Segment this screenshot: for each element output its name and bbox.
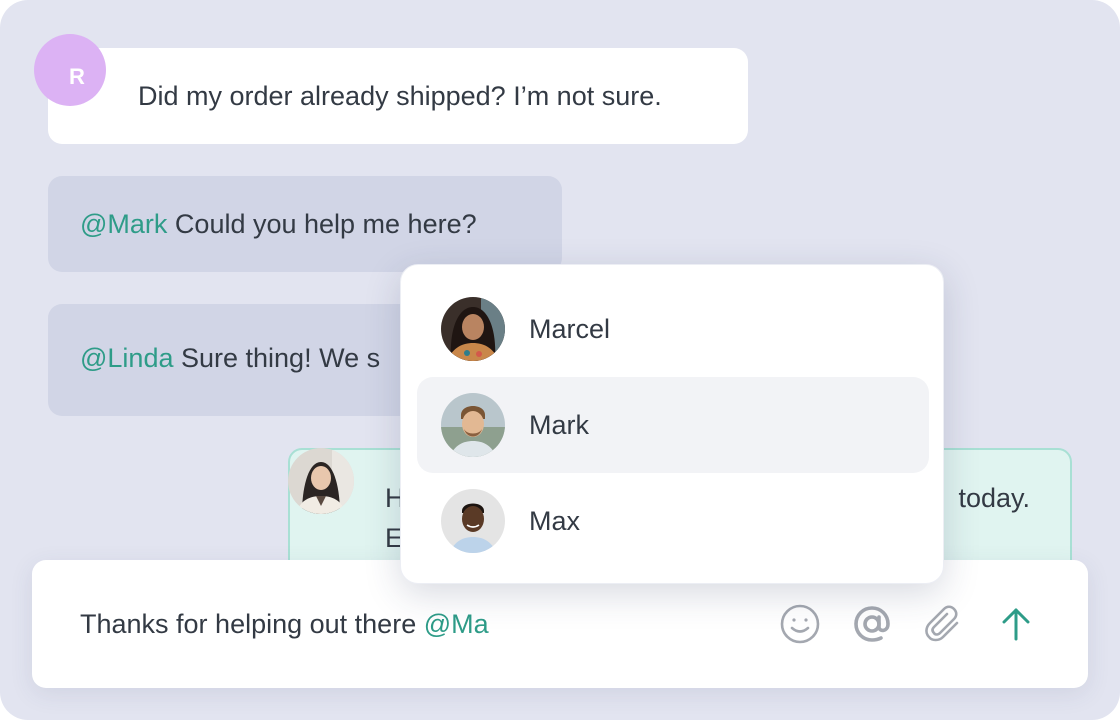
composer-input[interactable]: Thanks for helping out there @Ma xyxy=(80,604,489,644)
option-label: Mark xyxy=(529,410,589,440)
mention-tag[interactable]: @Linda xyxy=(80,343,173,373)
message-text: @Mark Could you help me here? xyxy=(80,209,477,239)
chat-panel: R Did my order already shipped? I’m not … xyxy=(0,0,1120,720)
option-label: Marcel xyxy=(529,314,611,344)
avatar xyxy=(441,297,505,361)
message-text: Did my order already shipped? I’m not su… xyxy=(138,81,662,111)
mention-tag[interactable]: @Mark xyxy=(80,209,167,239)
internal-note-message: @Mark Could you help me here? xyxy=(48,176,562,272)
message-text-line-end: today. xyxy=(958,483,1030,513)
avatar xyxy=(441,489,505,553)
customer-avatar: R xyxy=(34,34,106,106)
send-arrow-up-icon[interactable] xyxy=(992,600,1040,648)
avatar xyxy=(441,393,505,457)
message-text: @Linda Sure thing! We s xyxy=(80,343,381,373)
emoji-icon[interactable] xyxy=(776,600,824,648)
option-label: Max xyxy=(529,506,581,536)
at-sign-icon[interactable] xyxy=(848,600,896,648)
mention-option-marcel[interactable]: Marcel xyxy=(417,281,929,377)
customer-message: R Did my order already shipped? I’m not … xyxy=(34,34,748,144)
mention-in-progress: @Ma xyxy=(423,609,489,639)
mention-option-max[interactable]: Max xyxy=(417,473,929,569)
mention-option-mark[interactable]: Mark xyxy=(417,377,929,473)
agent-avatar xyxy=(288,448,354,514)
paperclip-icon[interactable] xyxy=(920,600,968,648)
mention-dropdown: Marcel Mark Max xyxy=(400,264,944,584)
